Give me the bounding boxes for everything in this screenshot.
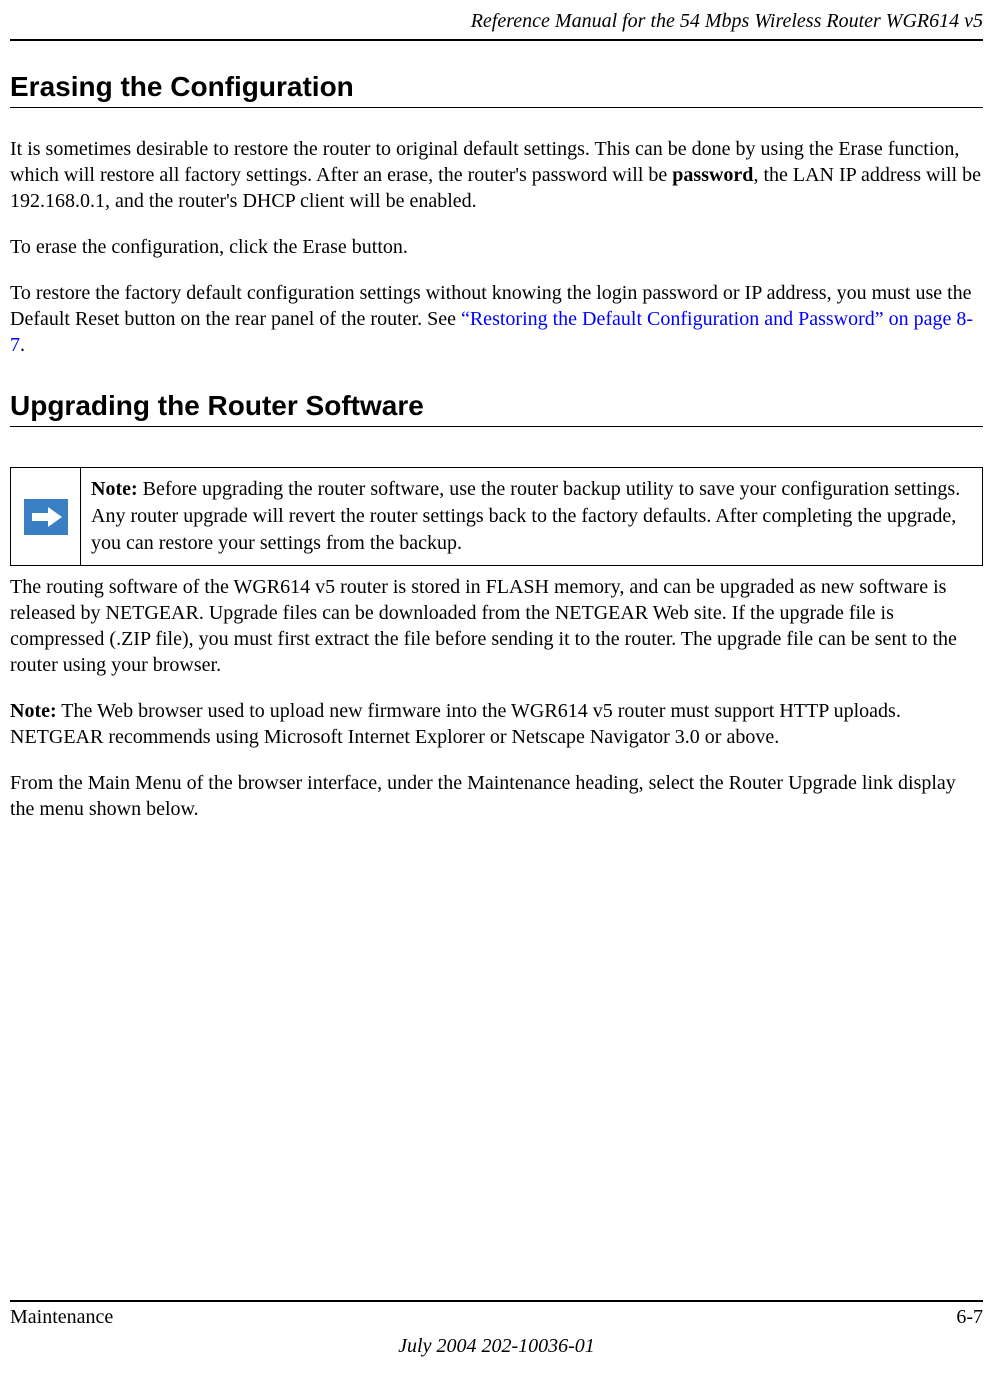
note-text: Note: Before upgrading the router softwa… — [81, 468, 982, 565]
section-rule — [10, 107, 983, 108]
paragraph: It is sometimes desirable to restore the… — [10, 136, 983, 214]
footer-date-docnum: July 2004 202-10036-01 — [10, 1335, 983, 1358]
section-heading-erasing: Erasing the Configuration — [10, 71, 983, 103]
note-box: Note: Before upgrading the router softwa… — [10, 467, 983, 566]
section-rule — [10, 426, 983, 427]
note-label-inline: Note: — [10, 700, 57, 722]
page-footer: Maintenance 6-7 July 2004 202-10036-01 — [10, 1300, 983, 1358]
bold-text: password — [672, 164, 753, 186]
header-rule — [10, 39, 983, 41]
paragraph: To restore the factory default configura… — [10, 280, 983, 358]
footer-rule — [10, 1300, 983, 1302]
paragraph: The routing software of the WGR614 v5 ro… — [10, 574, 983, 678]
paragraph: Note: The Web browser used to upload new… — [10, 698, 983, 750]
footer-page-number: 6-7 — [956, 1306, 983, 1329]
arrow-right-icon — [24, 499, 68, 535]
page-header: Reference Manual for the 54 Mbps Wireles… — [10, 0, 983, 39]
footer-section-name: Maintenance — [10, 1306, 113, 1329]
paragraph: From the Main Menu of the browser interf… — [10, 770, 983, 822]
text: . — [20, 334, 25, 356]
paragraph: To erase the configuration, click the Er… — [10, 234, 983, 260]
text: The Web browser used to upload new firmw… — [10, 700, 901, 748]
note-icon-cell — [11, 468, 81, 565]
footer-line: Maintenance 6-7 — [10, 1306, 983, 1329]
note-body: Before upgrading the router software, us… — [91, 478, 960, 554]
note-label: Note: — [91, 478, 138, 500]
section-heading-upgrading: Upgrading the Router Software — [10, 390, 983, 422]
